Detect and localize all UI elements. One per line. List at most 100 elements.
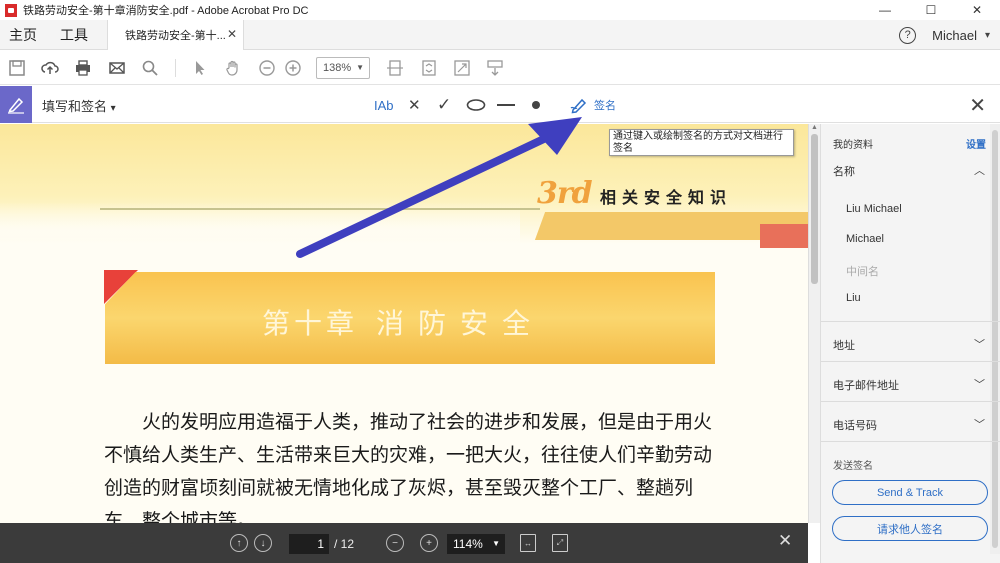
profile-middle-name[interactable]: 中间名	[846, 263, 879, 279]
print-icon[interactable]	[73, 58, 93, 78]
zoom-in-icon[interactable]	[283, 58, 303, 78]
fit-width-icon[interactable]: ↔	[520, 534, 536, 552]
line-tool[interactable]	[497, 95, 515, 115]
panel-divider	[821, 441, 1000, 442]
close-window-button[interactable]: ✕	[954, 0, 1000, 20]
zoom-out-icon[interactable]: −	[386, 534, 404, 552]
chapter-number: 第十章	[262, 307, 359, 340]
fill-sign-tool-icon[interactable]	[0, 86, 32, 123]
toolbar-divider	[175, 59, 176, 77]
sign-tooltip: 通过键入或绘制签名的方式对文档进行签名	[609, 129, 794, 156]
next-page-icon[interactable]: ↓	[254, 534, 272, 552]
cross-mark-tool[interactable]: ✕	[408, 95, 421, 115]
header-highlight	[0, 202, 520, 262]
name-section-label: 名称	[833, 166, 855, 178]
minimize-button[interactable]: —	[862, 0, 908, 20]
window-title: 铁路劳动安全-第十章消防安全.pdf - Adobe Acrobat Pro D…	[23, 5, 309, 17]
profile-first-name[interactable]: Michael	[846, 233, 884, 245]
header-rule	[100, 208, 540, 210]
maximize-button[interactable]: ☐	[908, 0, 954, 20]
header-red-block	[760, 224, 808, 248]
ellipse-tool[interactable]	[466, 95, 486, 115]
document-tab[interactable]: 铁路劳动安全-第十... ✕	[107, 20, 244, 50]
my-profile-heading: 我的资料	[833, 140, 873, 151]
home-tab[interactable]: 主页	[0, 20, 51, 50]
fit-page-icon[interactable]: ⤢	[552, 534, 568, 552]
header-section-number: 3rd	[537, 176, 593, 211]
window-controls: — ☐ ✕	[862, 0, 1000, 20]
chevron-down-icon: ▾	[110, 103, 116, 114]
scroll-mode-icon[interactable]	[485, 58, 505, 78]
chevron-down-icon: ▼	[492, 539, 500, 548]
upload-cloud-icon[interactable]	[40, 58, 60, 78]
address-label: 地址	[833, 340, 855, 352]
name-section-header[interactable]: 名称 ︿	[833, 163, 993, 179]
title-bar: 铁路劳动安全-第十章消防安全.pdf - Adobe Acrobat Pro D…	[0, 0, 1000, 20]
header-section-title: 相关安全知识	[600, 190, 733, 207]
zoom-out-icon[interactable]	[257, 58, 277, 78]
fill-sign-mode-label: 填写和签名	[42, 99, 108, 114]
fill-and-sign-toolbar: 填写和签名 ▾ I Ab ✕ ✓ 签名 ✕	[0, 86, 1000, 123]
body-paragraph: 火的发明应用造福于人类，推动了社会的进步和发展，但是由于用火不慎给人类生产、生活…	[104, 411, 713, 523]
page-zoom-value: 114%	[453, 537, 483, 551]
chevron-up-icon: ︿	[974, 165, 985, 177]
search-icon[interactable]	[140, 58, 160, 78]
tools-tab[interactable]: 工具	[51, 20, 102, 50]
settings-link[interactable]: 设置	[966, 136, 986, 151]
select-cursor-icon[interactable]	[190, 58, 210, 78]
phone-section-header[interactable]: 电话号码 ﹀	[833, 417, 993, 433]
page-total: / 12	[334, 537, 355, 551]
chapter-name: 消防安全	[376, 307, 545, 340]
email-label: 电子邮件地址	[833, 380, 899, 392]
add-text-label: Ab	[377, 97, 394, 113]
send-and-track-button[interactable]: Send & Track	[832, 480, 988, 505]
fit-width-icon[interactable]	[385, 58, 405, 78]
hand-tool-icon[interactable]	[223, 58, 243, 78]
save-icon[interactable]	[7, 58, 27, 78]
email-icon[interactable]	[107, 58, 127, 78]
zoom-in-icon[interactable]: +	[420, 534, 438, 552]
main-toolbar: 138% ▼	[0, 51, 1000, 85]
request-signatures-button[interactable]: 请求他人签名	[832, 516, 988, 541]
zoom-level-select[interactable]: 138% ▼	[316, 57, 370, 79]
acrobat-pdf-icon	[5, 3, 17, 17]
check-mark-tool[interactable]: ✓	[437, 95, 451, 115]
zoom-level-value: 138%	[323, 62, 352, 74]
previous-page-icon[interactable]: ↑	[230, 534, 248, 552]
dot-tool[interactable]	[531, 95, 541, 115]
sign-button-label[interactable]: 签名	[594, 97, 616, 113]
menu-bar: 主页 工具 铁路劳动安全-第十... ✕ ? Michael ▾	[0, 20, 1000, 50]
address-section-header[interactable]: 地址 ﹀	[833, 337, 993, 353]
fit-page-icon[interactable]	[419, 58, 439, 78]
chapter-title: 第十章 消防安全	[262, 302, 544, 342]
chevron-down-icon: ﹀	[974, 339, 985, 351]
full-screen-icon[interactable]	[452, 58, 472, 78]
profile-last-name[interactable]: Liu	[846, 292, 861, 304]
sign-pen-icon[interactable]	[570, 95, 590, 115]
fill-sign-mode-dropdown[interactable]: 填写和签名 ▾	[42, 96, 116, 115]
scrollbar-thumb[interactable]	[811, 134, 818, 284]
panel-divider	[821, 321, 1000, 322]
send-signature-label: 发送签名	[833, 461, 873, 472]
page-navigation-bar: ↑ ↓ 1 / 12 − + 114% ▼ ↔ ⤢ ✕	[0, 523, 808, 563]
chevron-down-icon: ﹀	[974, 379, 985, 391]
profile-full-name[interactable]: Liu Michael	[846, 203, 902, 215]
scroll-up-icon[interactable]: ▲	[811, 124, 818, 131]
document-tab-label: 铁路劳动安全-第十...	[125, 30, 226, 42]
document-page[interactable]: 3rd 相关安全知识 第十章 消防安全 火的发明应用造福于人类，推动了社会的进步和…	[0, 124, 808, 523]
page-zoom-select[interactable]: 114% ▼	[447, 534, 505, 554]
close-tab-icon[interactable]: ✕	[227, 27, 237, 41]
document-scrollbar[interactable]: ▲	[808, 124, 820, 523]
right-panel: 我的资料 设置 名称 ︿ Liu Michael Michael 中间名 Liu…	[820, 124, 1000, 563]
email-section-header[interactable]: 电子邮件地址 ﹀	[833, 377, 993, 393]
user-name[interactable]: Michael	[932, 28, 977, 43]
panel-divider	[821, 401, 1000, 402]
current-page-input[interactable]: 1	[289, 534, 329, 554]
user-menu-chevron-icon[interactable]: ▾	[985, 30, 990, 41]
phone-label: 电话号码	[833, 420, 877, 432]
help-icon[interactable]: ?	[899, 26, 917, 44]
close-fill-sign-icon[interactable]: ✕	[969, 93, 986, 118]
body-text: 火的发明应用造福于人类，推动了社会的进步和发展，但是由于用火不慎给人类生产、生活…	[104, 406, 716, 523]
close-nav-icon[interactable]: ✕	[778, 531, 792, 551]
add-text-tool[interactable]: I Ab	[374, 95, 394, 115]
